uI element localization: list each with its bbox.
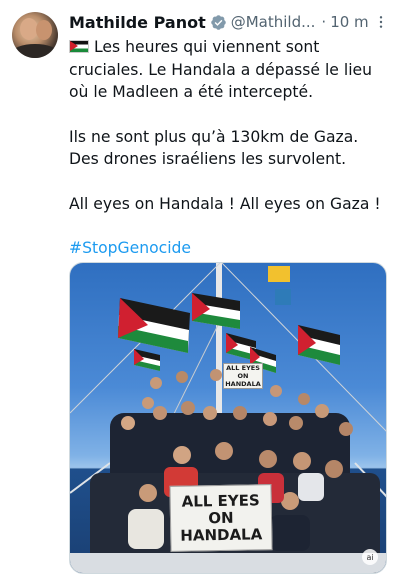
- tweet[interactable]: Mathilde Panot @Mathild... · 10 m Les he…: [0, 0, 400, 575]
- tweet-paragraph-1: Les heures qui viennent sont cruciales. …: [69, 36, 391, 104]
- hashtag-link[interactable]: #StopGenocide: [69, 239, 191, 257]
- separator-dot: ·: [321, 13, 327, 31]
- tweet-image[interactable]: ALL EYES ON HANDALA ALL EYES ON HANDALA a…: [69, 262, 387, 574]
- tweet-text: Les heures qui viennent sont cruciales. …: [69, 36, 391, 260]
- flag-1: [118, 298, 190, 353]
- tweet-paragraph-2: Ils ne sont plus qu’à 130km de Gaza. Des…: [69, 127, 359, 169]
- sign-line-1: ALL EYES: [181, 490, 260, 511]
- timestamp[interactable]: 10 m: [330, 13, 368, 31]
- big-sign: ALL EYES ON HANDALA: [169, 484, 273, 552]
- tweet-paragraph-3: All eyes on Handala ! All eyes on Gaza !: [69, 194, 381, 213]
- small-sign: ALL EYES ON HANDALA: [223, 363, 263, 389]
- image-watermark: ai: [362, 549, 378, 565]
- author-handle[interactable]: @Mathild...: [231, 13, 316, 31]
- tweet-text-line1: Les heures qui viennent sont cruciales. …: [69, 38, 373, 101]
- palestine-flag-icon: [69, 40, 89, 53]
- sign-line-2: ON: [208, 508, 234, 527]
- avatar-face-2: [36, 20, 52, 40]
- author-avatar[interactable]: [12, 12, 58, 58]
- sign-line-3: HANDALA: [180, 524, 263, 545]
- verified-badge-icon[interactable]: [210, 14, 227, 31]
- more-options-icon[interactable]: [371, 12, 391, 32]
- author-name[interactable]: Mathilde Panot: [69, 13, 206, 32]
- avatar-shirt: [12, 44, 58, 58]
- tweet-content: Mathilde Panot @Mathild... · 10 m Les he…: [69, 10, 391, 260]
- tweet-header: Mathilde Panot @Mathild... · 10 m: [69, 10, 391, 34]
